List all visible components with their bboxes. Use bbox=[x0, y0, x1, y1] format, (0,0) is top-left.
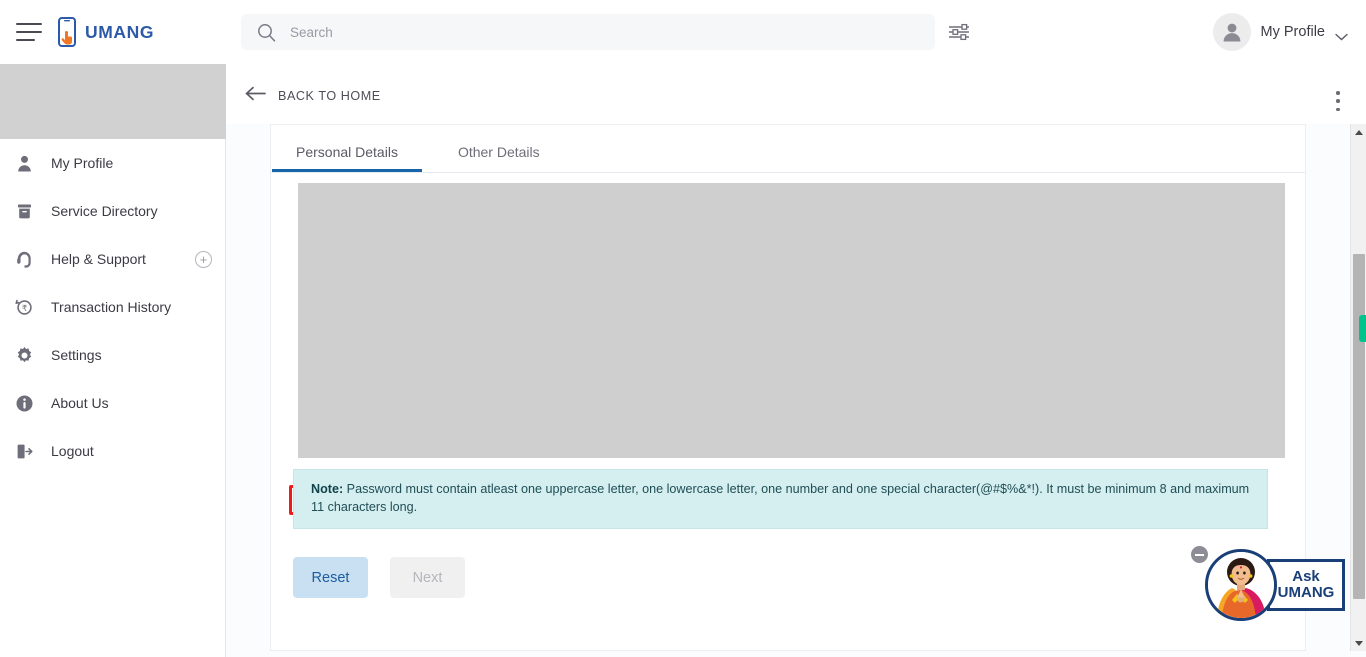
chevron-down-icon[interactable] bbox=[1335, 28, 1348, 41]
ask-umang-label[interactable]: Ask UMANG bbox=[1267, 559, 1345, 611]
redacted-form-overlay bbox=[298, 183, 1285, 458]
form-field-row[interactable] bbox=[293, 351, 296, 365]
content-header: BACK TO HOME bbox=[226, 64, 1366, 124]
sidebar-item-settings[interactable]: Settings bbox=[0, 331, 226, 379]
ask-umang-line2: UMANG bbox=[1277, 584, 1335, 601]
back-to-home-button[interactable]: BACK TO HOME bbox=[245, 86, 381, 106]
filter-sliders-icon[interactable] bbox=[946, 20, 974, 46]
note-text: Password must contain atleast one upperc… bbox=[311, 482, 1250, 514]
form-field-row[interactable] bbox=[293, 385, 296, 399]
headset-icon bbox=[13, 248, 35, 270]
form-field-row[interactable] bbox=[293, 317, 296, 331]
kebab-dot bbox=[1336, 107, 1340, 111]
tab-other-details[interactable]: Other Details bbox=[458, 144, 540, 172]
ask-umang-line1: Ask bbox=[1292, 567, 1320, 585]
sidebar-item-about-us[interactable]: About Us bbox=[0, 379, 226, 427]
archive-box-icon bbox=[13, 200, 35, 222]
kebab-dot bbox=[1336, 91, 1340, 95]
hamburger-icon[interactable] bbox=[16, 23, 42, 41]
brand-name: UMANG bbox=[85, 21, 155, 42]
form-field-row[interactable] bbox=[293, 181, 296, 195]
tab-bar: Personal Details Other Details bbox=[271, 125, 1305, 173]
kebab-menu-icon[interactable] bbox=[1327, 88, 1349, 114]
sidebar-masked-user-block bbox=[0, 64, 226, 139]
profile-label: My Profile bbox=[1260, 24, 1325, 40]
feedback-tab[interactable] bbox=[1359, 315, 1366, 342]
tab-label: Personal Details bbox=[296, 144, 398, 160]
scroll-down-arrow-icon[interactable] bbox=[1351, 635, 1366, 651]
sidebar-item-label: Service Directory bbox=[51, 203, 158, 219]
sidebar-item-label: My Profile bbox=[51, 155, 114, 171]
sidebar-item-label: About Us bbox=[51, 395, 109, 411]
sidebar: My Profile Service Directory Help & Supp… bbox=[0, 64, 226, 657]
tab-label: Other Details bbox=[457, 144, 540, 160]
history-rupee-icon: ₹ bbox=[13, 296, 35, 318]
note-prefix: Note: bbox=[311, 482, 344, 496]
sidebar-item-label: Transaction History bbox=[51, 299, 172, 315]
profile-card: Personal Details Other Details Note: Pas… bbox=[270, 124, 1306, 651]
scrollbar-thumb[interactable] bbox=[1353, 254, 1365, 599]
info-icon bbox=[13, 392, 35, 414]
sidebar-item-label: Settings bbox=[51, 347, 102, 363]
sidebar-item-label: Help & Support bbox=[51, 251, 146, 267]
ask-umang-chat-widget[interactable]: Ask UMANG bbox=[1191, 546, 1345, 621]
minimize-icon[interactable] bbox=[1191, 546, 1208, 563]
form-actions: Reset Next bbox=[293, 557, 465, 598]
main-content: BACK TO HOME Personal Details Other Deta… bbox=[226, 64, 1366, 657]
form-field-row[interactable] bbox=[293, 249, 296, 263]
back-to-home-label: BACK TO HOME bbox=[278, 89, 381, 103]
search-icon bbox=[257, 23, 276, 42]
svg-text:₹: ₹ bbox=[22, 303, 27, 313]
namaste-woman-icon[interactable] bbox=[1205, 549, 1277, 621]
sidebar-item-service-directory[interactable]: Service Directory bbox=[0, 187, 226, 235]
sidebar-item-transaction-history[interactable]: ₹ Transaction History bbox=[0, 283, 226, 331]
hamburger-line bbox=[16, 23, 42, 25]
sidebar-nav: My Profile Service Directory Help & Supp… bbox=[0, 139, 226, 475]
content-vertical-scrollbar[interactable] bbox=[1350, 124, 1366, 651]
password-rules-note: Note: Password must contain atleast one … bbox=[293, 469, 1268, 529]
expand-plus-icon[interactable]: + bbox=[195, 250, 212, 268]
sidebar-item-label: Logout bbox=[51, 443, 94, 459]
gear-icon bbox=[13, 344, 35, 366]
arrow-left-icon bbox=[245, 86, 266, 106]
next-button[interactable]: Next bbox=[390, 557, 465, 598]
user-icon bbox=[13, 152, 35, 174]
search-bar[interactable] bbox=[241, 14, 935, 50]
profile-menu[interactable]: My Profile bbox=[1212, 13, 1348, 51]
top-header: UMANG My Profile bbox=[0, 0, 1366, 64]
search-input[interactable] bbox=[290, 15, 890, 49]
umang-logo[interactable]: UMANG bbox=[56, 17, 154, 47]
hamburger-line bbox=[16, 39, 35, 41]
sidebar-item-my-profile[interactable]: My Profile bbox=[0, 139, 226, 187]
hamburger-line bbox=[16, 31, 42, 33]
user-avatar-icon bbox=[1212, 13, 1251, 51]
reset-button[interactable]: Reset bbox=[293, 557, 368, 598]
tab-personal-details[interactable]: Personal Details bbox=[272, 144, 422, 172]
kebab-dot bbox=[1336, 99, 1340, 103]
logout-icon bbox=[13, 440, 35, 462]
scroll-up-arrow-icon[interactable] bbox=[1351, 124, 1366, 140]
umang-phone-hand-icon bbox=[56, 17, 78, 47]
form-field-row[interactable] bbox=[293, 215, 296, 229]
sidebar-item-logout[interactable]: Logout bbox=[0, 427, 226, 475]
form-field-row[interactable] bbox=[293, 283, 296, 297]
sidebar-item-help-support[interactable]: Help & Support + bbox=[0, 235, 226, 283]
personal-details-form: Note: Password must contain atleast one … bbox=[271, 173, 1305, 650]
